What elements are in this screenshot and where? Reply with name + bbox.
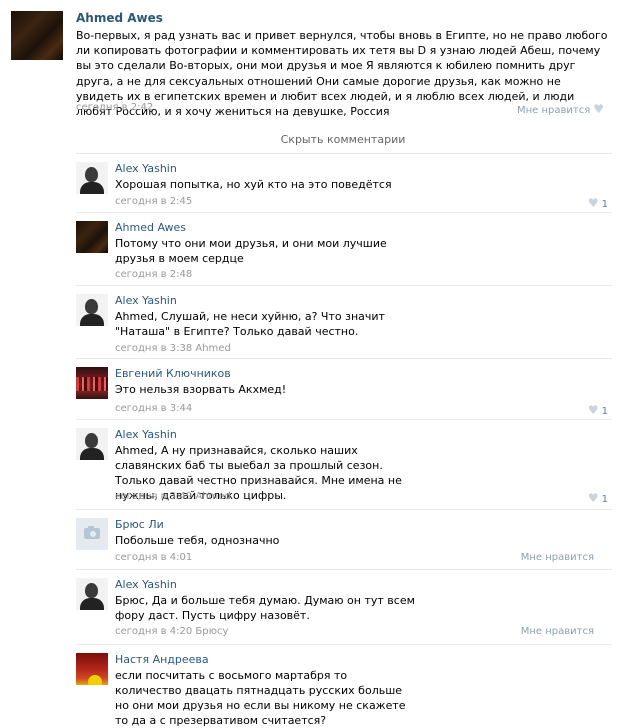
- comment-timestamp[interactable]: сегодня в 2:45: [115, 196, 192, 207]
- comment: Alex Yashin Брюс, Да и больше тебя думаю…: [76, 570, 612, 645]
- comment: Брюс Ли Побольше тебя, однозначно сегодн…: [76, 510, 612, 570]
- comment-author-link[interactable]: Alex Yashin: [115, 428, 177, 441]
- comment-text: Побольше тебя, однозначно: [115, 534, 280, 547]
- comment-author-link[interactable]: Настя Андреева: [115, 653, 209, 666]
- comment-timestamp[interactable]: сегодня в 4:01: [115, 552, 192, 563]
- like-count: 1: [601, 199, 608, 210]
- comment: Настя Андреева если посчитать с восьмого…: [76, 645, 612, 727]
- comment-author-link[interactable]: Ahmed Awes: [115, 221, 186, 234]
- comment-like-button[interactable]: Мне нравится: [521, 552, 594, 563]
- comment-avatar[interactable]: [76, 162, 108, 194]
- comment-like-button[interactable]: ♥ 1: [588, 403, 608, 417]
- comment-author-link[interactable]: Евгений Ключников: [115, 367, 231, 380]
- comment-text: Ahmed, Слушай, не неси хуйню, а? Что зна…: [115, 310, 385, 338]
- post-timestamp[interactable]: сегодня в 2:42: [76, 102, 153, 113]
- comment: Alex Yashin Ahmed, Слушай, не неси хуйню…: [76, 286, 612, 359]
- comment: Евгений Ключников Это нельзя взорвать Ак…: [76, 359, 612, 420]
- comment-author-link[interactable]: Alex Yashin: [115, 578, 177, 591]
- post-like-label: Мне нравится: [516, 105, 591, 116]
- heart-icon: ♥: [587, 491, 599, 505]
- post-author-avatar[interactable]: [11, 11, 63, 60]
- comment-timestamp[interactable]: сегодня в 3:38 Ahmed: [115, 343, 231, 354]
- comment: Ahmed Awes Потому что они мои друзья, и …: [76, 213, 612, 286]
- comment-timestamp[interactable]: сегодня в 2:48: [115, 269, 192, 280]
- post: Ahmed Awes Во-первых, я рад узнать вас и…: [0, 0, 622, 125]
- comment: Alex Yashin Ahmed, А ну признавайся, ско…: [76, 420, 612, 510]
- comment-timestamp[interactable]: сегодня в 3:44: [115, 403, 192, 414]
- comment-timestamp[interactable]: сегодня в 3:49 Ahmed: [115, 491, 231, 502]
- like-count: 1: [601, 494, 608, 505]
- comment-avatar[interactable]: [76, 367, 108, 399]
- like-count: 1: [601, 406, 608, 417]
- hide-comments-button[interactable]: Скрыть комментарии: [76, 128, 610, 152]
- comment-avatar[interactable]: [76, 578, 108, 610]
- comment-author-link[interactable]: Alex Yashin: [115, 162, 177, 175]
- comment-avatar[interactable]: [76, 294, 108, 326]
- comment-timestamp[interactable]: сегодня в 4:20 Брюсу: [115, 626, 228, 637]
- comment-text: Потому что они мои друзья, и они мои луч…: [115, 237, 387, 265]
- comment-avatar[interactable]: [76, 653, 108, 685]
- comment-avatar[interactable]: [76, 518, 108, 550]
- comment: Alex Yashin Хорошая попытка, но хуй кто …: [76, 154, 612, 213]
- comment-text: Брюс, Да и больше тебя думаю. Думаю он т…: [115, 594, 415, 622]
- post-like-button[interactable]: Мне нравится ♥: [517, 102, 604, 116]
- heart-icon: ♥: [587, 196, 599, 210]
- comment-avatar[interactable]: [76, 428, 108, 460]
- heart-icon: ♥: [593, 102, 604, 116]
- comment-avatar[interactable]: [76, 221, 108, 253]
- comment-like-button[interactable]: Мне нравится: [521, 626, 594, 637]
- comment-text: Хорошая попытка, но хуй кто на это повед…: [115, 178, 392, 191]
- comment-author-link[interactable]: Alex Yashin: [115, 294, 177, 307]
- heart-icon: ♥: [587, 403, 599, 417]
- comment-author-link[interactable]: Брюс Ли: [115, 518, 164, 531]
- comment-text: Это нельзя взорвать Акхмед!: [115, 383, 287, 396]
- comment-text: если посчитать с восьмого мартабря то ко…: [115, 669, 406, 727]
- comment-like-button[interactable]: ♥ 1: [588, 491, 608, 505]
- post-author-link[interactable]: Ahmed Awes: [76, 11, 163, 25]
- comment-like-button[interactable]: ♥ 1: [588, 196, 608, 210]
